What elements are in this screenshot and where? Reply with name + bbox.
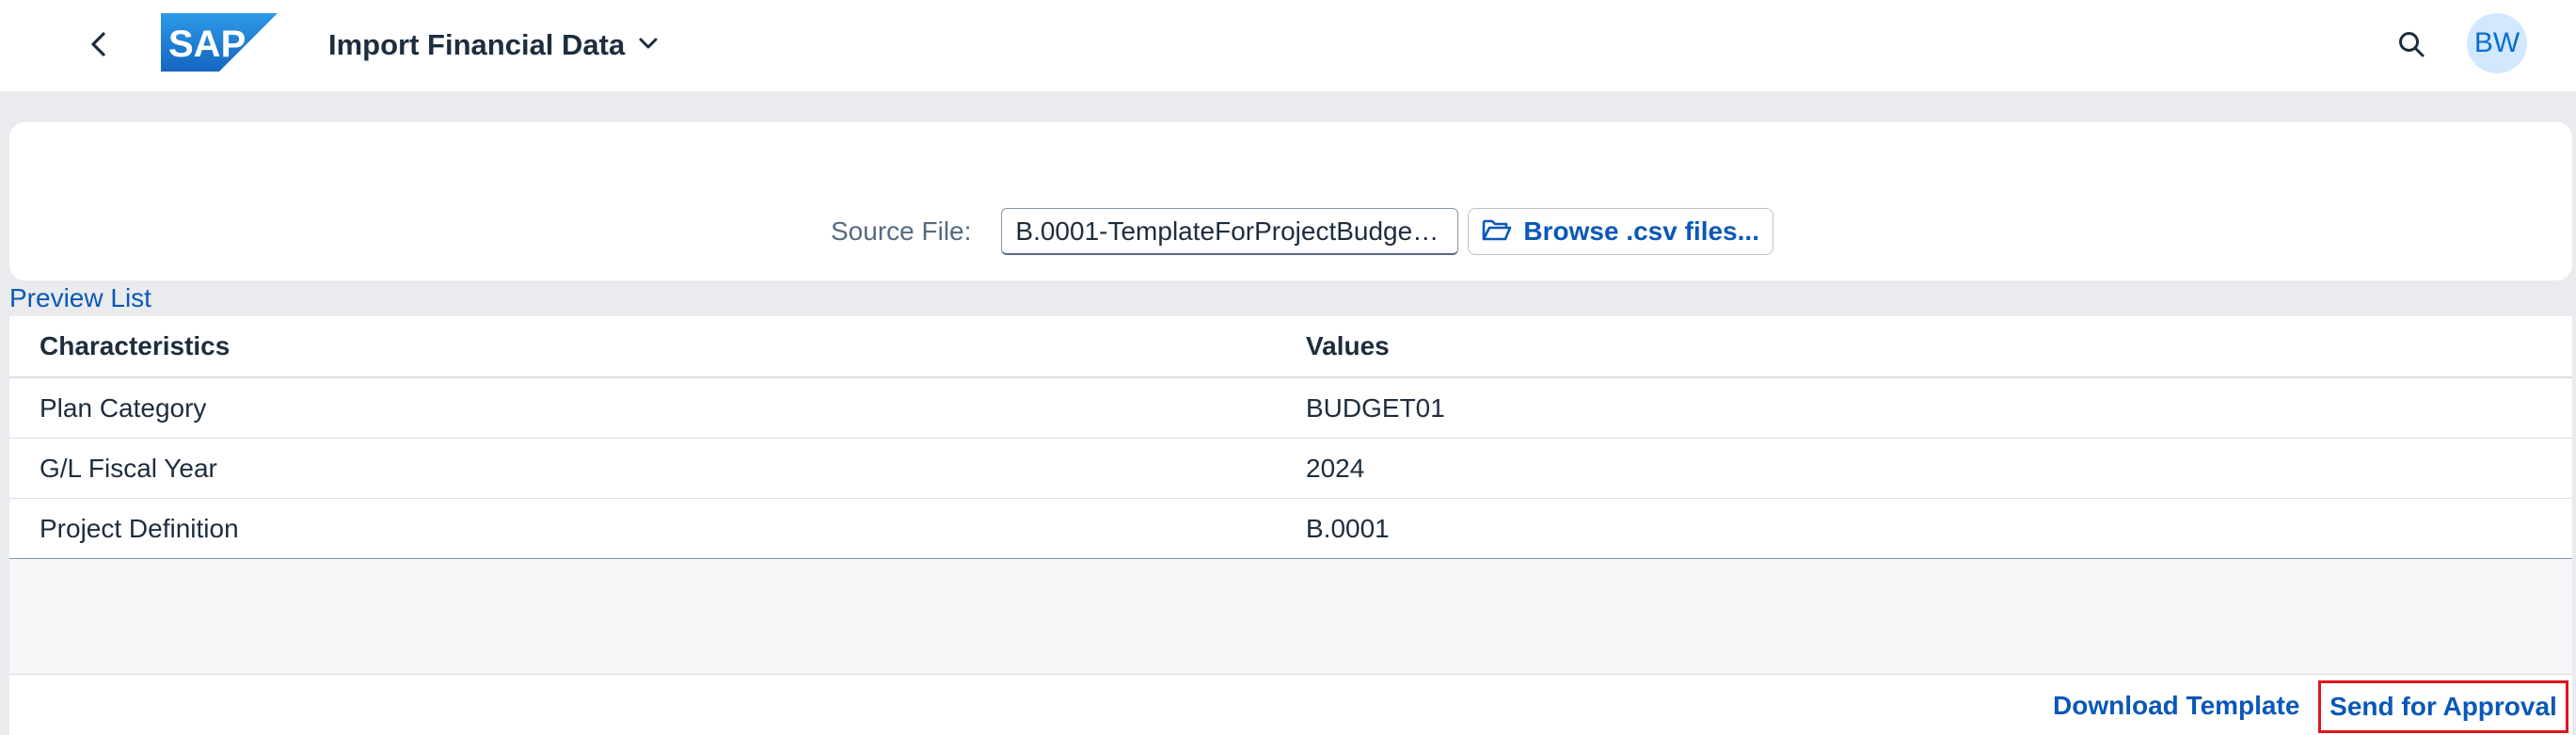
sap-logo[interactable]: SAP (161, 13, 278, 72)
table-row[interactable]: G/L Fiscal Year 2024 (9, 439, 2572, 499)
column-header-values: Values (1306, 331, 1390, 360)
column-header-characteristics: Characteristics (40, 331, 231, 360)
characteristic-cell: G/L Fiscal Year (40, 453, 217, 483)
send-for-approval-button[interactable]: Send for Approval (2318, 680, 2568, 733)
source-file-input[interactable]: B.0001-TemplateForProjectBudgeti... (1001, 208, 1459, 255)
browse-csv-label: Browse .csv files... (1523, 216, 1759, 246)
user-avatar[interactable]: BW (2467, 13, 2527, 73)
characteristic-cell: Plan Category (40, 392, 207, 423)
content-spacer (9, 559, 2572, 674)
search-icon (2397, 30, 2425, 63)
chevron-left-icon (88, 31, 109, 62)
source-file-label: Source File: (831, 216, 972, 246)
preview-table: Characteristics Values Plan Category BUD… (9, 316, 2572, 560)
app-title: Import Financial Data (328, 28, 626, 61)
table-header-row: Characteristics Values (9, 316, 2572, 378)
back-button[interactable] (73, 21, 124, 72)
value-cell: BUDGET01 (1306, 392, 1445, 423)
chevron-down-icon (638, 37, 659, 55)
shell-bar: SAP Import Financial Data BW (0, 0, 2576, 91)
search-button[interactable] (2386, 21, 2437, 72)
preview-list-title: Preview List (9, 283, 151, 312)
app-title-menu[interactable]: Import Financial Data (328, 24, 659, 66)
characteristic-cell: Project Definition (40, 513, 239, 543)
table-row[interactable]: Project Definition B.0001 (9, 499, 2572, 558)
download-template-button[interactable]: Download Template (2053, 682, 2299, 729)
value-cell: B.0001 (1306, 513, 1390, 543)
source-file-row: Source File: B.0001-TemplateForProjectBu… (831, 206, 1773, 257)
footer-toolbar: Download Template Send for Approval (9, 674, 2572, 735)
value-cell: 2024 (1306, 453, 1365, 483)
logo-text: SAP (168, 24, 246, 65)
browse-csv-button[interactable]: Browse .csv files... (1468, 208, 1773, 255)
folder-open-icon (1482, 217, 1512, 247)
table-row[interactable]: Plan Category BUDGET01 (9, 378, 2572, 439)
